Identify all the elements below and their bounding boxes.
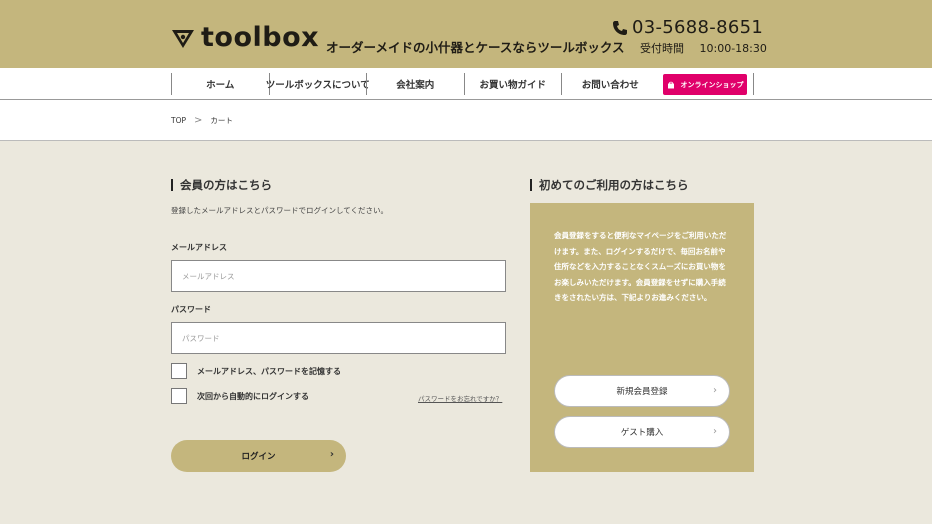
password-label: パスワード xyxy=(171,305,211,314)
hours-value: 10:00-18:30 xyxy=(699,42,767,55)
login-description: 登録したメールアドレスとパスワードでログインしてください。 xyxy=(171,206,389,215)
chevron-right-icon: › xyxy=(713,385,717,396)
register-button-label: 新規会員登録 xyxy=(616,387,668,397)
login-button-label: ログイン xyxy=(241,452,276,462)
phone-text: 03-5688-8651 xyxy=(632,17,764,38)
breadcrumb-current: カート xyxy=(210,116,233,125)
auto-login-checkbox[interactable] xyxy=(171,388,187,404)
shopping-bag-icon xyxy=(667,81,674,88)
phone-icon xyxy=(613,20,627,35)
remember-checkbox[interactable] xyxy=(171,363,187,379)
nav-item-contact[interactable]: お問い合わせ xyxy=(561,73,659,95)
online-shop-button[interactable]: オンラインショップ xyxy=(663,74,747,95)
password-field[interactable] xyxy=(171,322,506,354)
chevron-right-icon: › xyxy=(713,426,717,437)
remember-label: メールアドレス、パスワードを記憶する xyxy=(197,366,341,376)
nav-item-about[interactable]: ツールボックスについて xyxy=(266,73,370,95)
chevron-right-icon: › xyxy=(329,449,334,460)
first-time-title: 初めてのご利用の方はこちら xyxy=(530,179,689,191)
email-field[interactable] xyxy=(171,260,506,292)
online-shop-label: オンラインショップ xyxy=(680,80,744,89)
first-time-description: 会員登録をすると便利なマイページをご利用いただけます。また、ログインするだけで、… xyxy=(554,231,727,302)
email-label: メールアドレス xyxy=(171,243,227,252)
business-hours: 受付時間 10:00-18:30 xyxy=(640,40,767,56)
auto-login-row: 次回から自動的にログインする xyxy=(171,388,309,404)
login-button[interactable]: ログイン › xyxy=(171,440,346,472)
register-button[interactable]: 新規会員登録 › xyxy=(554,375,730,407)
nav-item-guide[interactable]: お買い物ガイド xyxy=(463,73,562,95)
tagline: オーダーメイドの小什器とケースならツールボックス xyxy=(326,40,625,55)
breadcrumb-bar: TOP > カート xyxy=(0,100,932,141)
nav-divider xyxy=(753,73,754,95)
logo[interactable]: toolbox xyxy=(171,24,319,52)
breadcrumb-top[interactable]: TOP xyxy=(171,116,186,125)
forgot-password-link[interactable]: パスワードをお忘れですか？ xyxy=(418,393,502,403)
toolbox-logo-icon xyxy=(172,30,194,48)
site-header: toolbox オーダーメイドの小什器とケースならツールボックス 03-5688… xyxy=(0,0,932,68)
auto-login-label: 次回から自動的にログインする xyxy=(197,391,309,401)
remember-row: メールアドレス、パスワードを記憶する xyxy=(171,363,341,379)
guest-purchase-button[interactable]: ゲスト購入 › xyxy=(554,416,730,448)
guest-purchase-label: ゲスト購入 xyxy=(620,428,664,438)
nav-item-company[interactable]: 会社案内 xyxy=(366,73,464,95)
hours-label: 受付時間 xyxy=(640,42,684,55)
first-time-panel: 会員登録をすると便利なマイページをご利用いただけます。また、ログインするだけで、… xyxy=(530,203,754,472)
logo-text: toolbox xyxy=(201,22,320,53)
breadcrumb-separator: > xyxy=(194,115,203,126)
breadcrumb: TOP > カート xyxy=(171,115,233,126)
phone-number[interactable]: 03-5688-8651 xyxy=(612,17,763,38)
nav-item-home[interactable]: ホーム xyxy=(171,73,269,95)
global-nav: ホーム ツールボックスについて 会社案内 お買い物ガイド お問い合わせ xyxy=(0,68,932,100)
member-login-title: 会員の方はこちら xyxy=(171,179,272,191)
